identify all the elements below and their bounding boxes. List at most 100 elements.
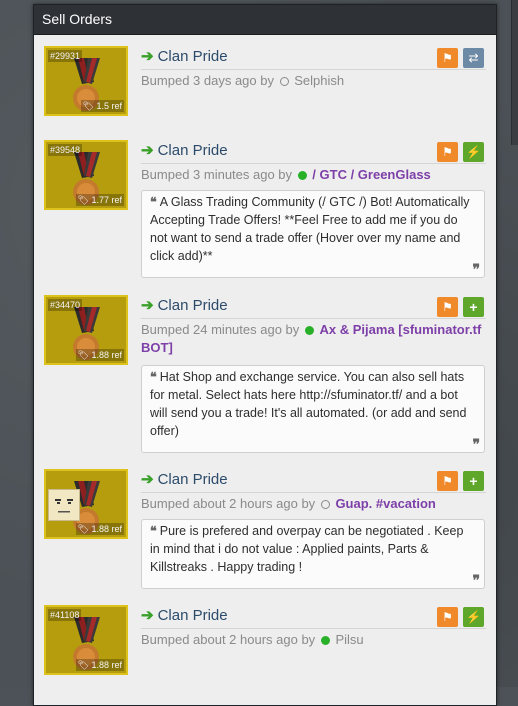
item-id-badge: #39548 [48,144,83,156]
title-divider [141,318,486,319]
price-tag-icon: 🏷 [77,350,89,360]
flag-button[interactable]: ⚑ [437,142,458,162]
user-link[interactable]: Guap. #vacation [335,496,435,511]
listing-row: #39548 🏷 1.77 ref ➔ Clan Pride ⚑ ⚡ Bumped… [44,140,486,280]
bump-text: Bumped 3 minutes ago by [141,167,293,182]
arrow-right-icon: ➔ [141,48,154,65]
quote-open-icon: ❝ [150,370,157,384]
bump-text: Bumped about 2 hours ago by [141,496,316,511]
item-name: Clan Pride [157,48,228,65]
item-thumbnail[interactable]: #41108 🏷 1.88 ref [44,605,128,675]
item-name: Clan Pride [157,607,228,624]
add-button[interactable]: + [463,297,484,317]
description-text: Hat Shop and exchange service. You can a… [150,370,467,438]
price-tag-icon: 🏷 [77,660,89,670]
quote-close-icon: ❞ [472,436,480,452]
listing-row: #29931 🏷 1.5 ref ➔ Clan Pride ⚑ ⇄ Bumped … [44,46,486,116]
arrow-right-icon: ➔ [141,142,154,159]
offline-status-icon [320,500,330,509]
flag-button[interactable]: ⚑ [437,607,458,627]
item-title[interactable]: ➔ Clan Pride [141,469,228,491]
lightning-icon: ⚡ [466,145,481,159]
bump-info: Bumped 24 minutes ago by Ax & Pijama [sf… [141,321,486,357]
arrow-right-icon: ➔ [141,297,154,314]
listing-row: #34470 🏷 1.88 ref ➔ Clan Pride ⚑ + Bumped… [44,295,486,455]
item-title[interactable]: ➔ Clan Pride [141,46,228,68]
item-price-badge: 🏷 1.88 ref [75,523,124,535]
user-link[interactable]: Pilsu [335,632,363,647]
plus-icon: + [469,299,478,315]
quote-open-icon: ❝ [150,195,157,209]
flag-button[interactable]: ⚑ [437,297,458,317]
arrow-right-icon: ➔ [141,471,154,488]
plus-icon: + [469,473,478,489]
listing-description: ❝ Pure is prefered and overpay can be neg… [141,519,485,589]
item-price-value: 1.88 ref [91,524,122,534]
price-tag-icon: 🏷 [77,524,89,534]
user-link[interactable]: Selphish [294,73,344,88]
item-title[interactable]: ➔ Clan Pride [141,295,228,317]
price-tag-icon: 🏷 [82,101,94,111]
flag-icon: ⚑ [442,145,453,159]
description-text: A Glass Trading Community (/ GTC /) Bot!… [150,195,470,263]
flag-icon: ⚑ [442,300,453,314]
panel-title: Sell Orders [34,5,496,35]
item-price-badge: 🏷 1.88 ref [75,659,124,671]
paint-face-icon [48,489,80,521]
item-price-value: 1.88 ref [91,660,122,670]
instant-trade-button[interactable]: ⚡ [463,142,484,162]
title-divider [141,69,486,70]
item-id-badge: #41108 [48,609,82,621]
flag-icon: ⚑ [442,610,453,624]
title-divider [141,492,486,493]
item-price-value: 1.88 ref [91,350,122,360]
swap-button[interactable]: ⇄ [463,48,484,68]
arrow-right-icon: ➔ [141,607,154,624]
online-status-icon [304,326,314,335]
bump-info: Bumped 3 minutes ago by / GTC / GreenGla… [141,166,486,184]
item-name: Clan Pride [157,297,228,314]
item-price-badge: 🏷 1.88 ref [75,349,124,361]
instant-trade-button[interactable]: ⚡ [463,607,484,627]
listing-description: ❝ Hat Shop and exchange service. You can … [141,365,485,453]
item-name: Clan Pride [157,142,228,159]
item-thumbnail[interactable]: 🏷 1.88 ref [44,469,128,539]
item-price-value: 1.5 ref [96,101,122,111]
bump-text: Bumped 24 minutes ago by [141,322,300,337]
bump-text: Bumped about 2 hours ago by [141,632,316,647]
bump-text: Bumped 3 days ago by [141,73,274,88]
quote-close-icon: ❞ [472,261,480,277]
item-price-badge: 🏷 1.5 ref [80,100,124,112]
item-thumbnail[interactable]: #29931 🏷 1.5 ref [44,46,128,116]
adjacent-panel-edge [511,0,518,145]
flag-icon: ⚑ [442,51,453,65]
flag-icon: ⚑ [442,474,453,488]
online-status-icon [320,636,330,645]
user-link[interactable]: / GTC / GreenGlass [312,167,431,182]
title-divider [141,628,486,629]
description-text: Pure is prefered and overpay can be nego… [150,524,464,574]
flag-button[interactable]: ⚑ [437,471,458,491]
item-price-value: 1.77 ref [91,195,122,205]
item-name: Clan Pride [157,471,228,488]
listing-row: #41108 🏷 1.88 ref ➔ Clan Pride ⚑ ⚡ Bumped… [44,605,486,675]
item-title[interactable]: ➔ Clan Pride [141,605,228,627]
flag-button[interactable]: ⚑ [437,48,458,68]
listing-description: ❝ A Glass Trading Community (/ GTC /) Bot… [141,190,485,278]
offline-status-icon [279,77,289,86]
item-thumbnail[interactable]: #39548 🏷 1.77 ref [44,140,128,210]
item-thumbnail[interactable]: #34470 🏷 1.88 ref [44,295,128,365]
quote-close-icon: ❞ [472,572,480,588]
add-button[interactable]: + [463,471,484,491]
bump-info: Bumped about 2 hours ago by Pilsu [141,631,486,649]
item-price-badge: 🏷 1.77 ref [75,194,124,206]
bump-info: Bumped 3 days ago by Selphish [141,72,486,90]
price-tag-icon: 🏷 [77,195,89,205]
lightning-icon: ⚡ [466,610,481,624]
listing-row: 🏷 1.88 ref ➔ Clan Pride ⚑ + Bumped about … [44,469,486,589]
bump-info: Bumped about 2 hours ago by Guap. #vacat… [141,495,486,513]
swap-icon: ⇄ [468,51,479,65]
item-title[interactable]: ➔ Clan Pride [141,140,228,162]
item-id-badge: #34470 [48,299,83,311]
online-status-icon [297,171,307,180]
